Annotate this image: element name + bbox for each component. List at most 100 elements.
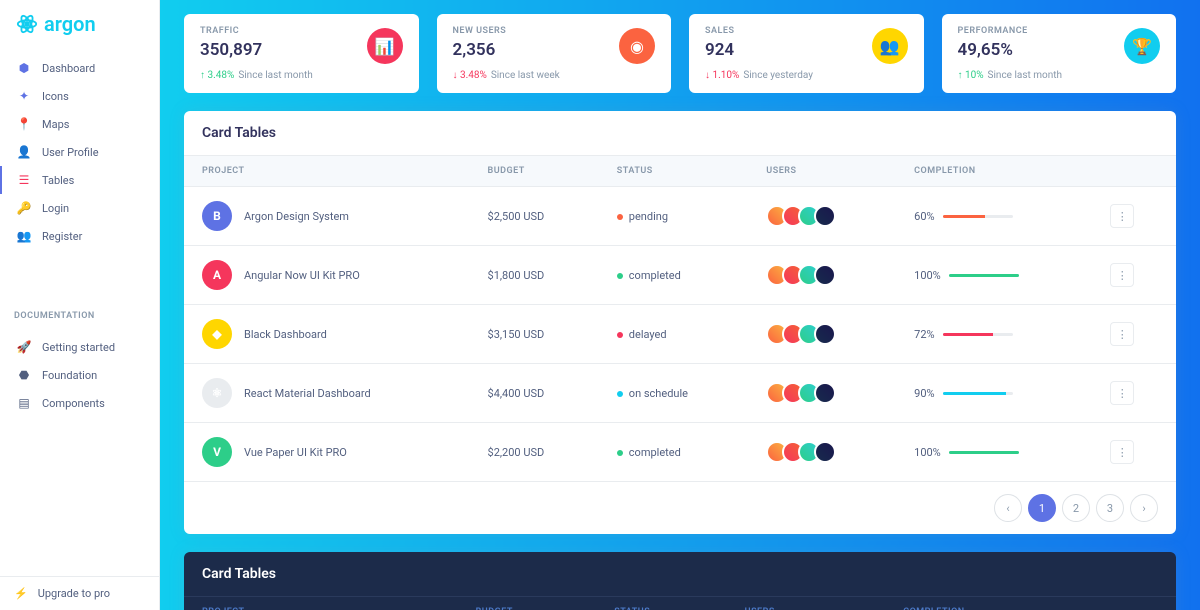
arrow-down-icon: ↓ 1.10% (705, 70, 739, 81)
table-row: VVue Paper UI Kit PRO $2,200 USDcompleted… (184, 423, 1176, 482)
nav-icon: 📍 (16, 116, 32, 132)
avatar[interactable] (814, 441, 836, 463)
sidebar-item-tables[interactable]: ☰Tables (0, 166, 159, 194)
avatar-group (766, 441, 878, 463)
doc-label: Getting started (42, 341, 115, 354)
project-cell: ◆ Black Dashboard (202, 319, 452, 349)
nav-icon: 🔑 (16, 200, 32, 216)
sidebar-item-login[interactable]: 🔑Login (0, 194, 159, 222)
stat-card-sales: SALES924↓ 1.10%Since yesterday👥 (689, 14, 924, 93)
th-completion: COMPLETION (896, 156, 1092, 187)
stat-since: Since last week (491, 70, 560, 81)
pagination: ‹123› (184, 482, 1176, 534)
row-actions-button[interactable]: ⋮ (1110, 322, 1134, 346)
avatar[interactable] (814, 323, 836, 345)
page-button[interactable]: 3 (1096, 494, 1124, 522)
row-actions-button[interactable]: ⋮ (1110, 263, 1134, 287)
upgrade-link[interactable]: ⚡Upgrade to pro (0, 576, 159, 610)
page-button[interactable]: 2 (1062, 494, 1090, 522)
avatar[interactable] (814, 264, 836, 286)
progress-bar (943, 333, 1013, 336)
nav-list: ⬢ Dashboard ✦ Icons 📍Maps 👤 User Profile ☰Table… (0, 54, 159, 297)
project-name: React Material Dashboard (244, 387, 371, 400)
stats-row: TRAFFIC350,897↑ 3.48%Since last month📊NE… (184, 14, 1176, 93)
projects-table-dark: PROJECT BUDGET STATUS USERS COMPLETION B… (184, 597, 1176, 610)
logo-icon (16, 13, 38, 35)
th-users: USERS (727, 597, 886, 610)
card-tables-dark: Card Tables PROJECT BUDGET STATUS USERS … (184, 552, 1176, 610)
avatar[interactable] (814, 205, 836, 227)
nav-icon: ✦ (16, 88, 32, 104)
sidebar-item-register[interactable]: 👥Register (0, 222, 159, 250)
budget-cell: $4,400 USD (470, 364, 599, 423)
completion-cell: 72% (914, 328, 1074, 341)
sidebar-item-maps[interactable]: 📍Maps (0, 110, 159, 138)
sidebar-item-user-profile[interactable]: 👤 User Profile (0, 138, 159, 166)
page-button[interactable]: › (1130, 494, 1158, 522)
nav-label: Dashboard (42, 62, 95, 75)
th-project: PROJECT (184, 156, 470, 187)
table-row: AAngular Now UI Kit PRO$1,800 USDcomplet… (184, 246, 1176, 305)
status-cell: on schedule (599, 364, 749, 423)
project-name: Angular Now UI Kit PRO (244, 269, 360, 282)
brand-logo[interactable]: argon (0, 0, 159, 48)
stat-footer: ↓ 1.10%Since yesterday (705, 70, 908, 81)
page-button[interactable]: ‹ (994, 494, 1022, 522)
row-actions-button[interactable]: ⋮ (1110, 381, 1134, 405)
th-users: USERS (748, 156, 896, 187)
completion-cell: 100% (914, 269, 1074, 282)
stat-icon: ◉ (619, 28, 655, 64)
sidebar-item-dashboard[interactable]: ⬢ Dashboard (0, 54, 159, 82)
nav-label: User Profile (42, 146, 99, 159)
bolt-icon: ⚡ (14, 587, 28, 600)
project-cell: BArgon Design System (202, 201, 452, 231)
stat-footer: ↓ 3.48% Since last week (453, 70, 656, 81)
stat-card-performance: PERFORMANCE49,65%↑ 10%Since last month🏆 (942, 14, 1177, 93)
budget-cell: $1,800 USD (470, 246, 599, 305)
status-cell: pending (599, 187, 749, 246)
project-icon: ◆ (202, 319, 232, 349)
nav-icon: 👥 (16, 228, 32, 244)
main-content: TRAFFIC350,897↑ 3.48%Since last month📊NE… (160, 0, 1200, 610)
th-status: STATUS (599, 156, 749, 187)
arrow-down-icon: ↓ 3.48% (453, 70, 487, 81)
stat-icon: 👥 (872, 28, 908, 64)
nav-icon: 👤 (16, 144, 32, 160)
doc-label: Components (42, 397, 105, 410)
budget-cell: $2,200 USD (470, 423, 599, 482)
nav-label: Tables (42, 174, 74, 187)
completion-cell: 60% (914, 210, 1074, 223)
sidebar-item-icons[interactable]: ✦ Icons (0, 82, 159, 110)
project-name: Black Dashboard (244, 328, 327, 341)
status-cell: completed (599, 246, 749, 305)
avatar[interactable] (814, 382, 836, 404)
table-row: ◆Black Dashboard$3,150 USDdelayed72%⋮ (184, 305, 1176, 364)
th-completion: COMPLETION (885, 597, 1086, 610)
progress-bar (943, 392, 1013, 395)
status-dot-icon (617, 450, 623, 456)
doc-icon: ▤ (16, 395, 32, 411)
status-dot-icon (617, 273, 623, 279)
project-cell: VVue Paper UI Kit PRO (202, 437, 452, 467)
status-dot-icon (617, 214, 623, 220)
completion-pct: 100% (914, 269, 941, 282)
avatar-group (766, 382, 878, 404)
th-budget: BUDGET (470, 156, 599, 187)
docs-list: 🚀Getting started⬣Foundation ▤ Components (0, 333, 159, 576)
project-name: Argon Design System (244, 210, 349, 223)
docs-item-foundation[interactable]: ⬣Foundation (0, 361, 159, 389)
page-button[interactable]: 1 (1028, 494, 1056, 522)
doc-icon: ⬣ (16, 367, 32, 383)
nav-icon: ⬢ (16, 60, 32, 76)
docs-item-components[interactable]: ▤ Components (0, 389, 159, 417)
completion-pct: 90% (914, 387, 934, 400)
nav-label: Icons (42, 90, 69, 103)
row-actions-button[interactable]: ⋮ (1110, 204, 1134, 228)
arrow-up-icon: ↑ 3.48% (200, 70, 234, 81)
docs-item-getting-started[interactable]: 🚀Getting started (0, 333, 159, 361)
projects-table: PROJECT BUDGET STATUS USERS COMPLETION B… (184, 156, 1176, 482)
status-cell: delayed (599, 305, 749, 364)
status-cell: completed (599, 423, 749, 482)
th-budget: BUDGET (458, 597, 597, 610)
row-actions-button[interactable]: ⋮ (1110, 440, 1134, 464)
